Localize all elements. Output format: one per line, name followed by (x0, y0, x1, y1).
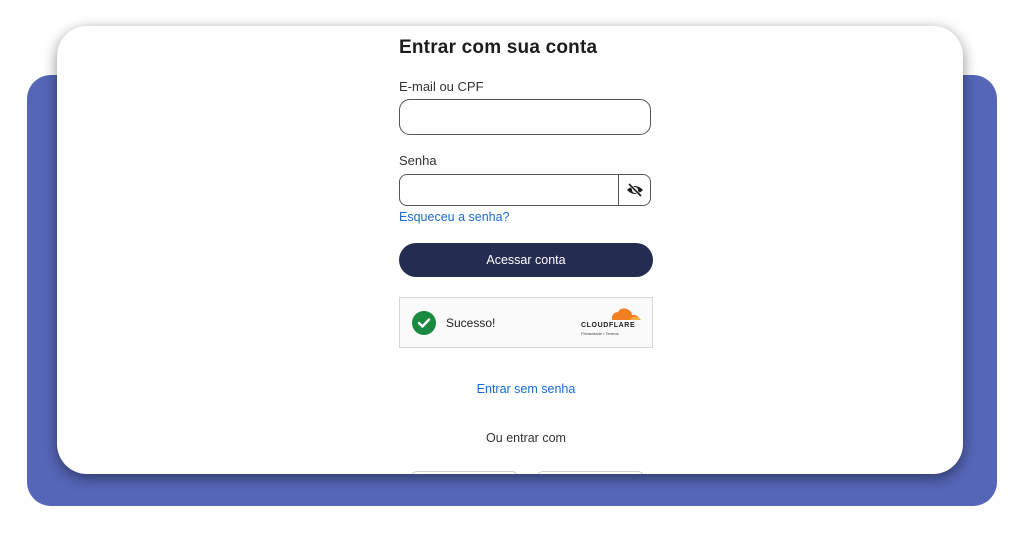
captcha-status: Sucesso! (446, 316, 496, 330)
login-card: Entrar com sua conta E-mail ou CPF Senha… (57, 26, 963, 474)
eye-slash-icon (626, 183, 643, 197)
password-field[interactable] (400, 175, 620, 205)
login-form: Entrar com sua conta E-mail ou CPF Senha… (399, 26, 655, 474)
check-circle-icon (412, 311, 436, 335)
cloudflare-links[interactable]: Privacidade • Termos (581, 331, 619, 336)
social-login-button[interactable] (411, 471, 518, 474)
cloud-icon (611, 308, 641, 320)
cloudflare-wordmark: CLOUDFLARE (581, 322, 636, 329)
email-label: E-mail ou CPF (399, 79, 484, 94)
alt-login-text: Ou entrar com (486, 431, 566, 445)
social-login-button[interactable] (537, 471, 644, 474)
email-field[interactable] (400, 100, 650, 134)
email-field-container (399, 99, 651, 135)
passwordless-login-link[interactable]: Entrar sem senha (399, 382, 653, 396)
page-title: Entrar com sua conta (399, 37, 598, 58)
captcha-widget[interactable]: Sucesso! CLOUDFLARE Privacidade • Termos (399, 297, 653, 348)
password-label: Senha (399, 153, 437, 168)
submit-button[interactable]: Acessar conta (399, 243, 653, 277)
password-field-container (399, 174, 651, 206)
forgot-password-link[interactable]: Esqueceu a senha? (399, 210, 510, 224)
cloudflare-logo: CLOUDFLARE Privacidade • Termos (580, 307, 644, 341)
toggle-password-button[interactable] (618, 175, 650, 205)
